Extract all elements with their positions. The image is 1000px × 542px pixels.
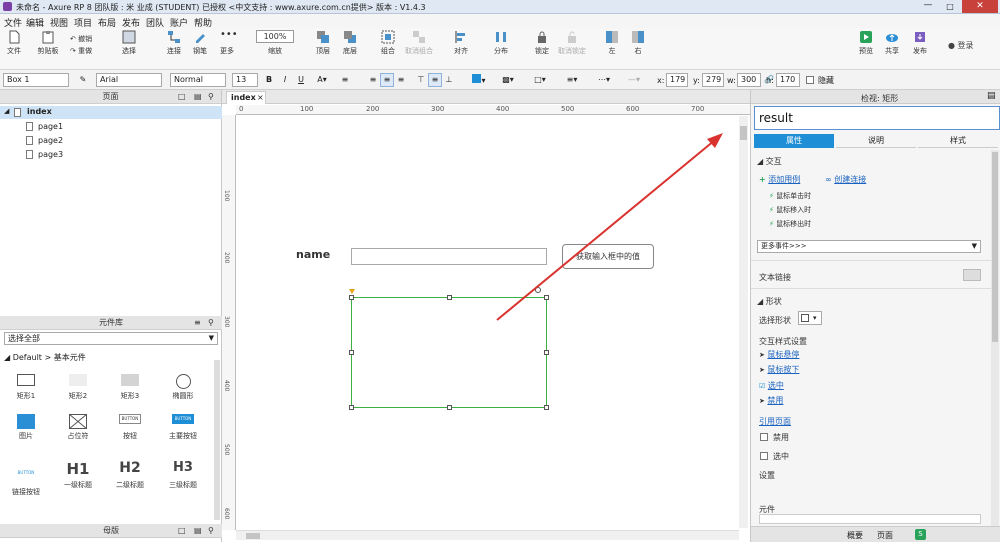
event-onclick[interactable]: ⚡ 鼠标单击时 [769,191,811,201]
selected-checkbox[interactable] [760,452,768,460]
tab-properties[interactable]: 属性 [754,134,834,148]
event-mouseleave[interactable]: ⚡ 鼠标移出时 [769,219,811,229]
disabled-label: 禁用 [773,433,789,442]
ime-icon[interactable]: S [915,529,926,540]
component-input[interactable] [759,514,981,524]
disabled-icon: ➤ [759,397,765,405]
select-shape-button[interactable]: ▾ [798,311,822,325]
shape-section-header[interactable]: ◢ 形状 [757,296,782,307]
inspector-title: 检视: 矩形 [861,94,899,103]
arrow-line [496,139,716,321]
style-hover-link[interactable]: ➤ 鼠标悬停 [759,349,799,360]
tab-style[interactable]: 样式 [918,134,998,148]
notes-icon[interactable]: ▤ [987,91,996,101]
text-link-button[interactable] [963,269,981,281]
add-case-link[interactable]: + 添加用例 [759,174,800,185]
event-mouseenter[interactable]: ⚡ 鼠标移入时 [769,205,811,215]
style-mousedown-link[interactable]: ➤ 鼠标按下 [759,364,799,375]
select-shape-label: 选择形状 [759,316,791,325]
create-link-link[interactable]: ∞ 创建连接 [825,174,866,185]
shape-name-input[interactable]: result [754,106,1000,130]
selected-label: 选中 [773,452,789,461]
chevron-down-icon: ▼ [971,242,977,250]
divider [751,288,991,289]
collapse-arrow-icon: ◢ [757,157,764,166]
reference-page-link[interactable]: 引用页面 [759,416,791,427]
collapse-arrow-icon: ◢ [757,297,764,306]
lightning-icon: ⚡ [769,206,774,214]
inspector-panel: 检视: 矩形 ▤ result 属性 说明 样式 ◢ 交互 + 添加用例 ∞ 创… [750,90,1000,542]
link-icon: ∞ [825,175,832,184]
disabled-checkbox[interactable] [760,433,768,441]
more-events-select[interactable]: 更多事件>>> ▼ [757,240,981,253]
tab-notes[interactable]: 说明 [836,134,916,148]
style-disabled-link[interactable]: ➤ 禁用 [759,395,783,406]
text-link-label: 文本链接 [759,273,791,282]
lightning-icon: ⚡ [769,192,774,200]
inspector-scrollbar[interactable] [991,150,999,526]
interaction-section-header[interactable]: ◢ 交互 [757,156,782,167]
style-selected-link[interactable]: ☑ 选中 [759,380,784,391]
plus-icon: + [759,175,766,184]
outline-tab[interactable]: 概要 [847,530,863,541]
interaction-styles-label: 交互样式设置 [759,337,807,346]
set-label: 设置 [759,471,775,480]
divider [751,260,991,261]
cursor-icon: ➤ [759,366,765,374]
scroll-thumb[interactable] [992,152,998,342]
inspector-footer: 概要 页面 S [751,526,1000,542]
inspector-header: 检视: 矩形 ▤ [751,90,1000,104]
square-icon [801,314,809,322]
selected-icon: ☑ [759,382,766,390]
pages-tab[interactable]: 页面 [877,530,893,541]
cursor-icon: ➤ [759,351,765,359]
lightning-icon: ⚡ [769,220,774,228]
chevron-down-icon: ▾ [813,314,817,322]
